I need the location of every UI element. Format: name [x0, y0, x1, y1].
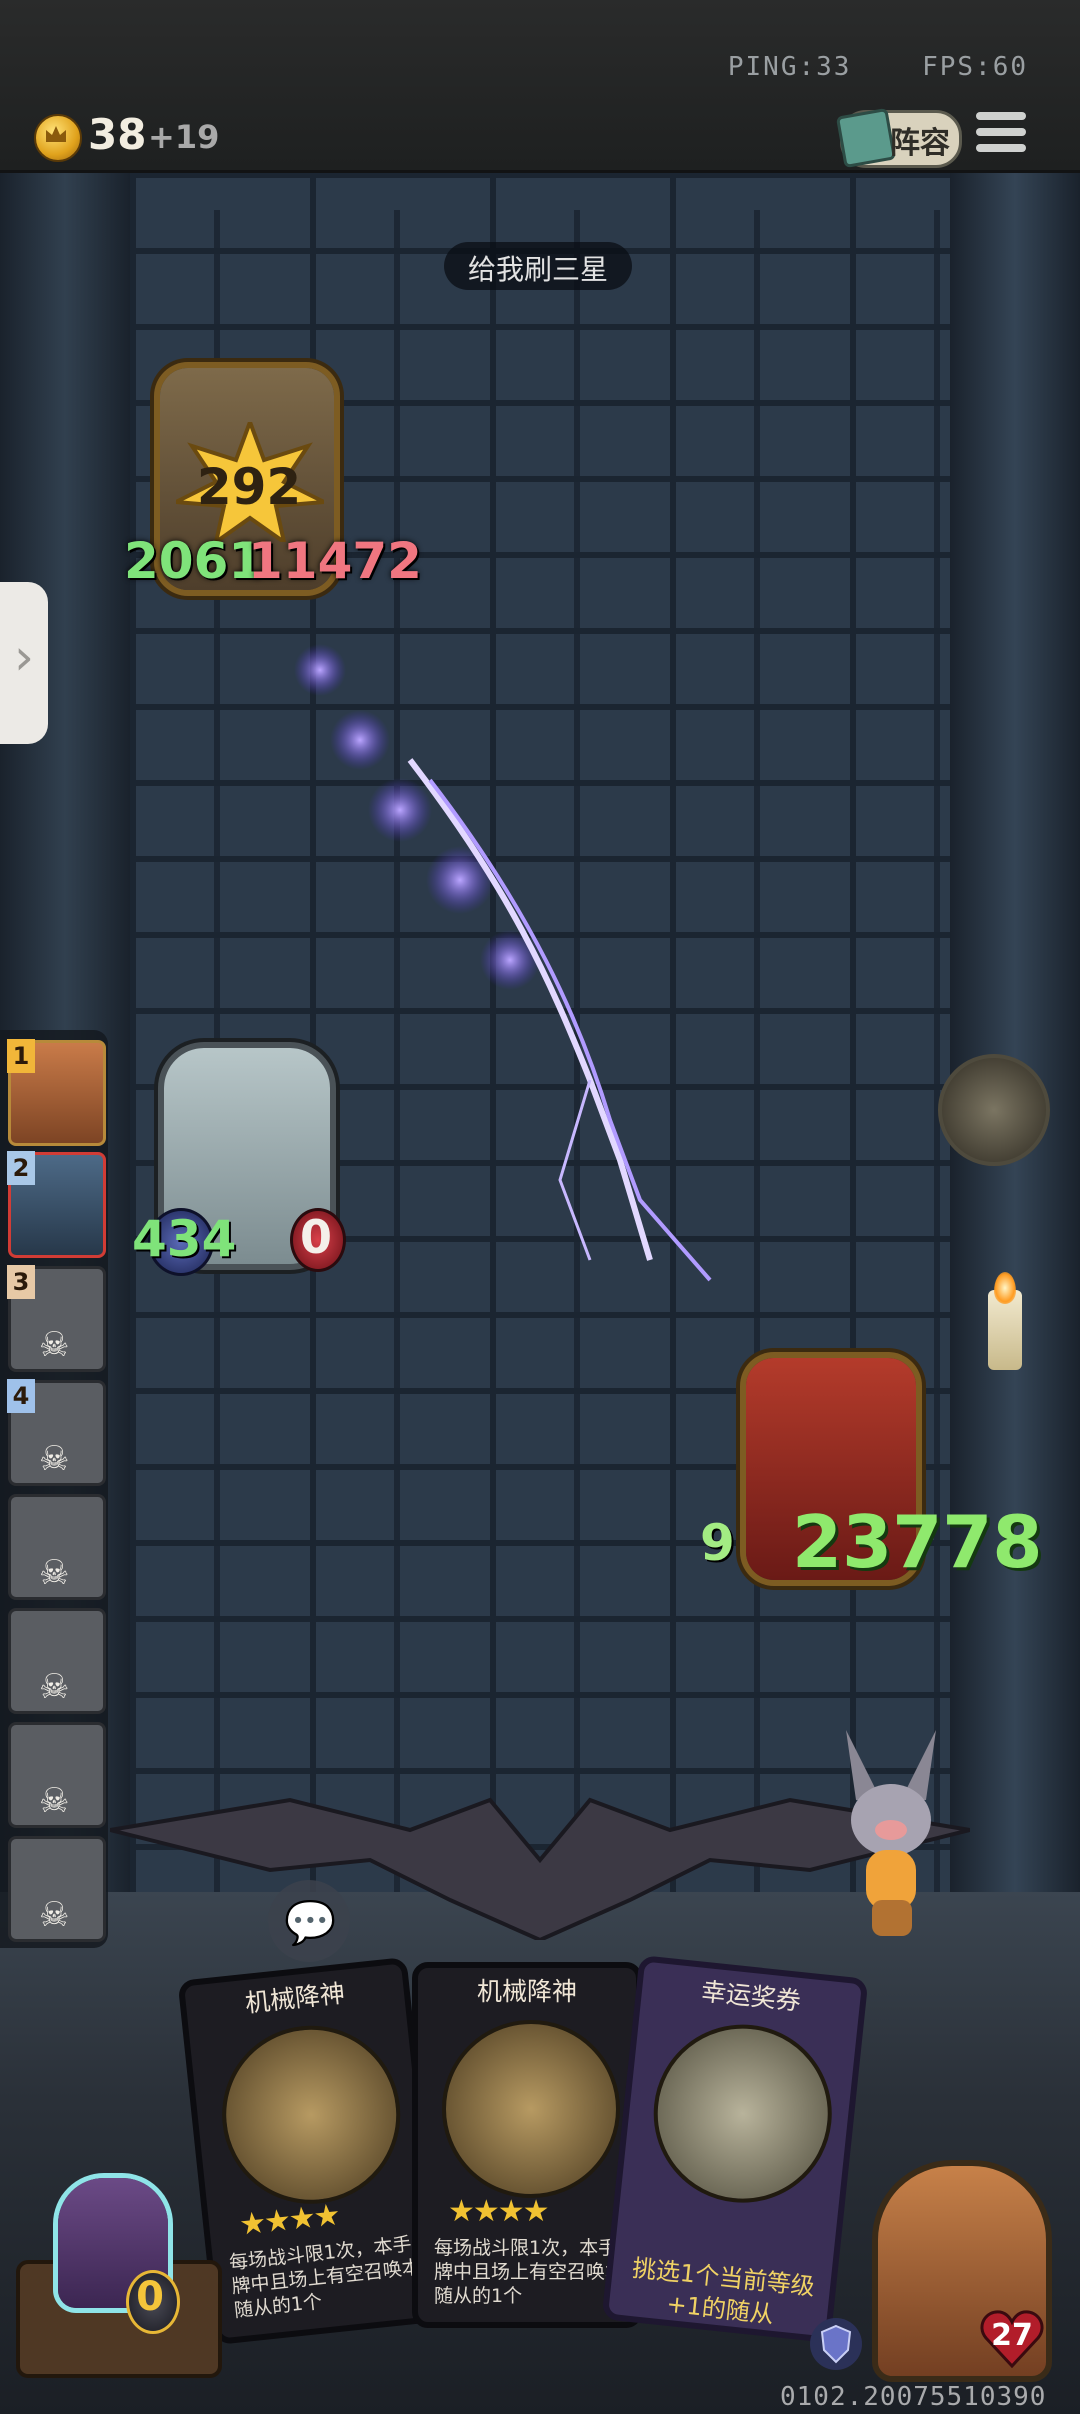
- chevron-right-icon: ›: [14, 628, 34, 686]
- roster-slot[interactable]: 4 ☠: [7, 1379, 106, 1486]
- roster-slot[interactable]: 1: [7, 1039, 106, 1146]
- shield-icon[interactable]: [810, 2316, 862, 2372]
- card-description: 每场战斗限1次，本手牌中且场上有空召唤本随从的1个: [434, 2237, 624, 2307]
- rank-badge: 4: [7, 1379, 35, 1413]
- card-art: [213, 2016, 410, 2213]
- minion-preview-icon[interactable]: [938, 1054, 1050, 1166]
- tavern-cost: 0: [136, 2274, 164, 2320]
- card-art: [644, 2015, 841, 2212]
- gold-count: 38: [88, 110, 147, 159]
- hero-health: 27: [991, 2318, 1033, 2353]
- roster-slot[interactable]: ☠: [8, 1608, 106, 1714]
- rank-badge: 1: [7, 1039, 35, 1073]
- card-title: 幸运奖券: [699, 1976, 803, 2016]
- menu-icon[interactable]: [976, 112, 1026, 158]
- right-pillar: [950, 172, 1080, 1892]
- rank-badge: 3: [7, 1265, 35, 1299]
- lightning-attack-effect: [294, 644, 712, 1282]
- skull-icon: ☠: [39, 1439, 70, 1479]
- skull-icon: ☠: [39, 1895, 70, 1935]
- build-id: 0102.20075510390: [780, 2382, 1047, 2412]
- boss-health: 23778: [792, 1500, 1043, 1584]
- skull-icon: ☠: [39, 1781, 70, 1821]
- roster-slot[interactable]: 3 ☠: [7, 1265, 106, 1372]
- book-icon: [835, 107, 897, 169]
- bat-pet-mascot: [846, 1730, 936, 1936]
- card-art: [442, 2020, 620, 2198]
- boss-attack: 9: [700, 1514, 735, 1572]
- enemy-attack: 2061: [124, 532, 264, 590]
- gold-income: +19: [148, 118, 220, 156]
- card-description: 每场战斗限1次，本手牌中且场上有空召唤本随从的1个: [228, 2233, 422, 2322]
- card-title: 机械降神: [476, 1977, 577, 2006]
- rank-badge: 2: [7, 1151, 35, 1185]
- skull-icon: ☠: [39, 1667, 70, 1707]
- lineup-label: 阵容: [890, 126, 950, 161]
- damage-score: 292: [196, 458, 302, 516]
- card-stars: ★★★★: [237, 2197, 341, 2243]
- chat-bubble-icon: 💬: [284, 1898, 337, 1947]
- roster-slot[interactable]: 2: [7, 1151, 106, 1258]
- roster-slot[interactable]: ☠: [8, 1494, 106, 1600]
- ping-text: PING:33: [727, 52, 852, 82]
- opponent-name: 给我刷三星: [467, 253, 608, 286]
- roster-slot[interactable]: ☠: [8, 1836, 106, 1942]
- card-stars: ★★★★: [448, 2194, 550, 2229]
- skull-icon: ☠: [39, 1325, 70, 1365]
- hand-card[interactable]: 幸运奖券 挑选1个当前等级+1的随从: [601, 1954, 869, 2344]
- fps-text: FPS:60: [922, 52, 1028, 82]
- ally-attack: 434: [132, 1210, 237, 1268]
- crown-icon: [46, 126, 66, 142]
- skull-icon: ☠: [39, 1553, 70, 1593]
- flame-icon: [994, 1272, 1016, 1304]
- roster-slot[interactable]: ☠: [8, 1722, 106, 1828]
- card-title: 机械降神: [243, 1978, 347, 2018]
- ally-health: 0: [299, 1210, 332, 1264]
- network-stats: PING:33 FPS:60: [728, 52, 1028, 82]
